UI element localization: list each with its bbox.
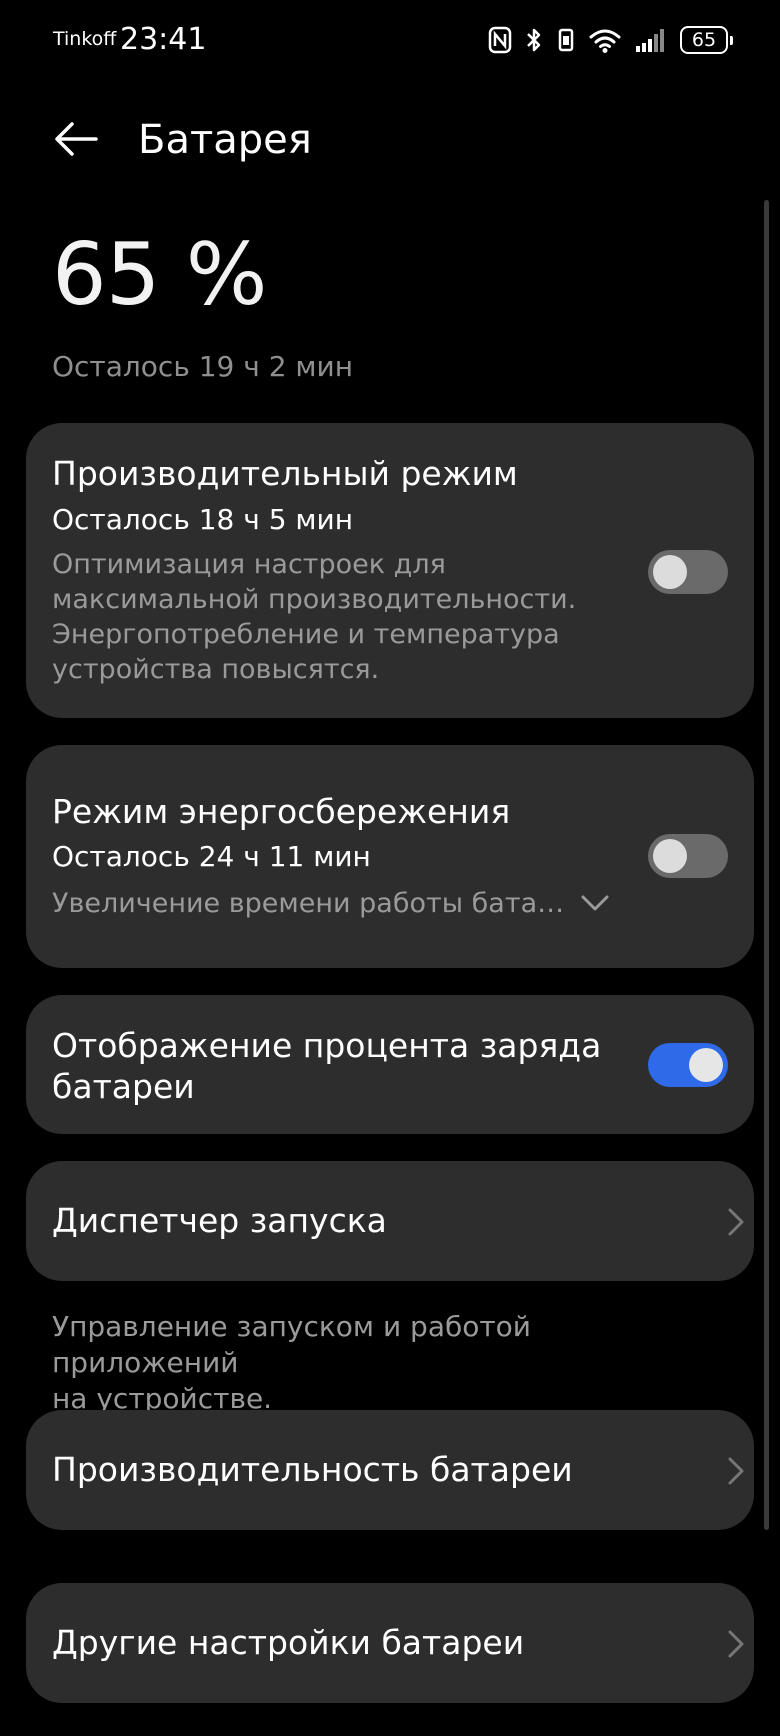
battery-performance-card[interactable]: Производительность батареи <box>26 1410 754 1530</box>
performance-mode-remaining: Осталось 18 ч 5 мин <box>52 503 354 536</box>
power-saving-description: Увеличение времени работы бата… <box>52 888 565 919</box>
arrow-left-icon <box>52 119 100 163</box>
toggle-knob <box>653 555 687 589</box>
performance-mode-card[interactable]: Производительный режим Осталось 18 ч 5 м… <box>26 423 754 718</box>
bluetooth-icon <box>524 26 544 54</box>
status-bar: Tinkoff 23:41 65 <box>0 0 780 82</box>
performance-mode-toggle[interactable] <box>648 550 728 594</box>
chevron-down-icon[interactable] <box>580 891 610 919</box>
battery-performance-title: Производительность батареи <box>52 1450 573 1489</box>
carrier-name: Tinkoff <box>53 28 117 50</box>
description-line: устройства повысятся. <box>52 654 380 685</box>
power-saving-remaining: Осталось 24 ч 11 мин <box>52 840 371 873</box>
toggle-knob <box>653 839 687 873</box>
description-line: максимальной производительности. <box>52 584 577 615</box>
battery-percent-display-card[interactable]: Отображение процента заряда батареи <box>26 995 754 1134</box>
title-line: батареи <box>52 1067 195 1106</box>
chevron-right-icon <box>726 1455 746 1491</box>
power-saving-toggle[interactable] <box>648 834 728 878</box>
battery-icon: 65 <box>680 26 733 54</box>
chevron-right-icon <box>726 1206 746 1242</box>
battery-remaining-time: Осталось 19 ч 2 мин <box>52 350 354 383</box>
other-battery-settings-card[interactable]: Другие настройки батареи <box>26 1583 754 1703</box>
signal-icon <box>634 26 668 54</box>
launch-manager-title: Диспетчер запуска <box>52 1201 387 1240</box>
power-saving-card[interactable]: Режим энергосбережения Осталось 24 ч 11 … <box>26 745 754 968</box>
battery-percent-display-title: Отображение процента заряда батареи <box>52 1025 601 1107</box>
app-header: Батарея <box>0 100 780 180</box>
performance-mode-title: Производительный режим <box>52 454 518 493</box>
vibrate-icon <box>556 26 576 54</box>
wifi-icon <box>588 26 622 54</box>
description-line: Оптимизация настроек для <box>52 549 446 580</box>
status-icons: 65 <box>488 24 733 56</box>
back-button[interactable] <box>46 114 106 168</box>
title-line: Отображение процента заряда <box>52 1026 602 1065</box>
status-clock: 23:41 <box>120 22 207 57</box>
performance-mode-description: Оптимизация настроек для максимальной пр… <box>52 547 576 687</box>
nfc-icon <box>488 26 512 54</box>
battery-percent: 65 % <box>52 225 268 325</box>
other-battery-settings-title: Другие настройки батареи <box>52 1623 525 1662</box>
footnote-line: Управление запуском и работой приложений <box>52 1310 532 1379</box>
scrollbar[interactable] <box>764 200 769 1530</box>
description-line: Энергопотребление и температура <box>52 619 560 650</box>
launch-manager-card[interactable]: Диспетчер запуска <box>26 1161 754 1281</box>
power-saving-title: Режим энергосбережения <box>52 792 511 831</box>
page-title: Батарея <box>138 117 312 163</box>
chevron-right-icon <box>726 1628 746 1664</box>
battery-percent-display-toggle[interactable] <box>648 1043 728 1087</box>
battery-summary: 65 % Осталось 19 ч 2 мин <box>52 225 353 383</box>
toggle-knob <box>689 1048 723 1082</box>
launch-manager-footnote: Управление запуском и работой приложений… <box>52 1309 712 1417</box>
